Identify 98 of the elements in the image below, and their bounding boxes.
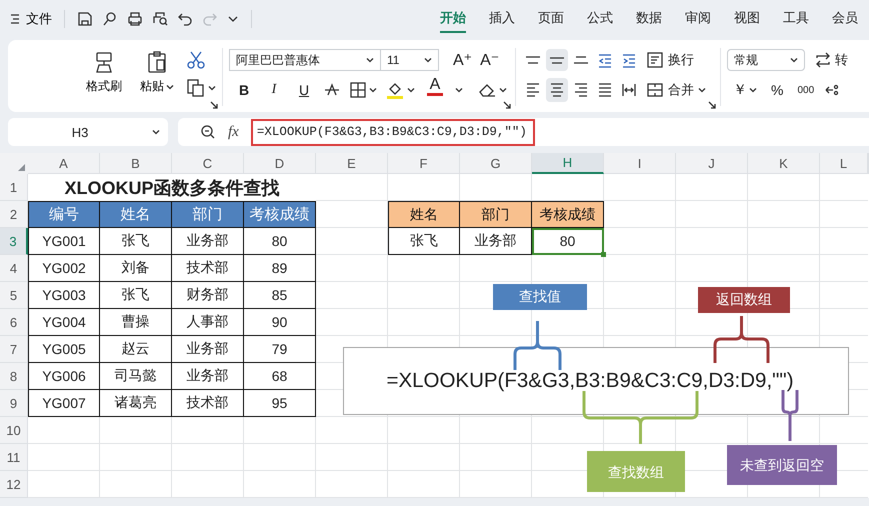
font-color-button[interactable]: A <box>423 77 447 103</box>
column-header[interactable]: H <box>532 153 604 174</box>
table-cell: 技术部 <box>172 390 244 417</box>
callout-label: 未查到返回空 <box>727 445 837 485</box>
convert-button[interactable]: 转 <box>811 48 848 72</box>
row-header[interactable]: 2 <box>0 201 28 228</box>
column-header[interactable]: L <box>820 153 868 174</box>
table-cell: YG003 <box>28 282 100 309</box>
table-cell: 85 <box>244 282 316 309</box>
sheet-title: XLOOKUP函数多条件查找 <box>28 174 316 201</box>
column-header[interactable]: C <box>172 153 244 174</box>
ribbon-tab[interactable]: 会员 <box>832 5 858 33</box>
ribbon-tab[interactable]: 开始 <box>440 5 466 33</box>
table-cell: YG004 <box>28 309 100 336</box>
formula-input[interactable]: =XLOOKUP(F3&G3,B3:B9&C3:C9,D3:D9,"") <box>250 118 535 146</box>
table-cell: 业务部 <box>172 363 244 390</box>
callout-label: 返回数组 <box>698 287 790 313</box>
table-cell: 80 <box>244 228 316 255</box>
format-painter-button[interactable]: 格式刷 <box>80 48 128 112</box>
table-cell: YG001 <box>28 228 100 255</box>
row-header[interactable]: 1 <box>0 174 28 201</box>
header-cell: 编号 <box>28 201 100 228</box>
table-cell: 赵云 <box>100 336 172 363</box>
header-cell: 考核成绩 <box>244 201 316 228</box>
row-header[interactable]: 5 <box>0 282 28 309</box>
table-cell[interactable]: 80 <box>532 228 604 255</box>
ribbon-tab[interactable]: 公式 <box>587 5 613 33</box>
ribbon-tab[interactable]: 插入 <box>489 5 515 33</box>
file-menu[interactable]: 文件 <box>10 10 52 28</box>
table-cell: 司马懿 <box>100 363 172 390</box>
header-cell: 部门 <box>460 201 532 228</box>
row-header[interactable]: 3 <box>0 228 28 255</box>
table-cell[interactable]: 业务部 <box>460 228 532 255</box>
table-cell: 技术部 <box>172 255 244 282</box>
table-cell: 业务部 <box>172 228 244 255</box>
percent-button[interactable]: % <box>767 78 788 102</box>
function-button[interactable]: fx <box>228 124 239 140</box>
merge-button[interactable]: 合并 <box>642 78 710 102</box>
row-header[interactable]: 11 <box>0 444 28 471</box>
column-header[interactable]: I <box>604 153 676 174</box>
header-cell: 姓名 <box>100 201 172 228</box>
table-cell: YG005 <box>28 336 100 363</box>
number-format-dropdown[interactable]: 常规 <box>727 49 805 71</box>
column-header[interactable]: J <box>676 153 748 174</box>
table-cell: 财务部 <box>172 282 244 309</box>
ribbon-tab[interactable]: 页面 <box>538 5 564 33</box>
column-header[interactable]: A <box>28 153 100 174</box>
wrap-text-button[interactable]: 换行 <box>642 48 698 72</box>
table-cell: 张飞 <box>100 282 172 309</box>
table-cell[interactable]: 张飞 <box>388 228 460 255</box>
table-cell: 79 <box>244 336 316 363</box>
grow-font-button[interactable]: A⁺ <box>449 48 476 72</box>
row-header[interactable]: 10 <box>0 417 28 444</box>
table-cell: 90 <box>244 309 316 336</box>
column-header[interactable]: B <box>100 153 172 174</box>
row-header[interactable]: 8 <box>0 363 28 390</box>
thousands-button[interactable]: 000 <box>793 78 818 102</box>
callout-label: 查找值 <box>493 284 587 310</box>
header-cell: 姓名 <box>388 201 460 228</box>
column-header[interactable]: E <box>316 153 388 174</box>
column-header[interactable]: K <box>748 153 820 174</box>
name-box[interactable]: H3 <box>8 118 168 146</box>
table-cell: 89 <box>244 255 316 282</box>
header-cell: 部门 <box>172 201 244 228</box>
column-header[interactable]: F <box>388 153 460 174</box>
table-cell: 业务部 <box>172 336 244 363</box>
table-cell: 诸葛亮 <box>100 390 172 417</box>
header-cell: 考核成绩 <box>532 201 604 228</box>
font-style-button[interactable]: U <box>293 78 315 102</box>
column-header[interactable]: D <box>244 153 316 174</box>
ribbon-tab[interactable]: 审阅 <box>685 5 711 33</box>
table-cell: 张飞 <box>100 228 172 255</box>
callout-label: 查找数组 <box>587 451 685 492</box>
table-cell: 95 <box>244 390 316 417</box>
row-header[interactable]: 9 <box>0 390 28 417</box>
row-header[interactable]: 6 <box>0 309 28 336</box>
table-cell: YG002 <box>28 255 100 282</box>
shrink-font-button[interactable]: A⁻ <box>476 48 504 72</box>
font-style-button[interactable]: B <box>233 78 255 102</box>
table-cell: 曹操 <box>100 309 172 336</box>
ribbon-tab[interactable]: 工具 <box>783 5 809 33</box>
table-cell: 人事部 <box>172 309 244 336</box>
paste-button[interactable]: 粘贴 <box>134 48 180 112</box>
table-cell: YG006 <box>28 363 100 390</box>
currency-button[interactable]: ￥ <box>729 78 761 102</box>
column-header[interactable]: G <box>460 153 532 174</box>
table-cell: YG007 <box>28 390 100 417</box>
font-name-dropdown[interactable]: 阿里巴巴普惠体 <box>229 49 381 71</box>
font-style-button[interactable]: I <box>263 78 285 102</box>
row-header[interactable]: 12 <box>0 471 28 498</box>
formula-text: =XLOOKUP(F3&G3,B3:B9&C3:C9,D3:D9,"") <box>343 347 849 415</box>
table-cell: 刘备 <box>100 255 172 282</box>
row-header[interactable]: 7 <box>0 336 28 363</box>
ribbon-tab[interactable]: 数据 <box>636 5 662 33</box>
row-header[interactable]: 4 <box>0 255 28 282</box>
ribbon-tab[interactable]: 视图 <box>734 5 760 33</box>
table-cell: 68 <box>244 363 316 390</box>
font-size-dropdown[interactable]: 11 <box>381 49 439 71</box>
